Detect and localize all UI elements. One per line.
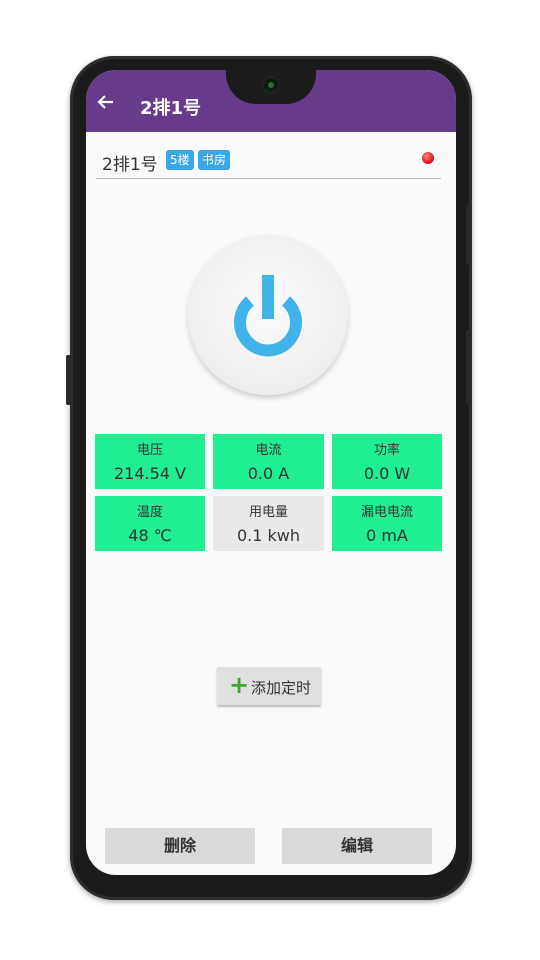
- metric-label: 漏电电流: [360, 505, 413, 520]
- metric-label: 电压: [136, 443, 163, 458]
- left-side-button: [66, 355, 71, 405]
- metric-value: 0 mA: [366, 526, 408, 545]
- tag-floor: 5楼: [166, 150, 194, 170]
- metric-power: 功率 0.0 W: [332, 434, 442, 489]
- plus-icon: +: [229, 671, 250, 699]
- power-button[interactable]: [188, 235, 348, 395]
- metric-label: 温度: [136, 505, 163, 520]
- volume-button: [466, 205, 471, 265]
- metric-energy: 用电量 0.1 kwh: [213, 496, 324, 551]
- power-side-button: [466, 330, 471, 405]
- status-led-icon: [422, 152, 434, 164]
- metric-value: 0.1 kwh: [236, 526, 301, 545]
- camera-icon: [264, 78, 278, 92]
- delete-button[interactable]: 删除: [105, 828, 255, 864]
- metric-temperature: 温度 48 ℃: [95, 496, 205, 551]
- metric-label: 用电量: [248, 505, 288, 520]
- edit-button[interactable]: 编辑: [282, 828, 432, 864]
- add-timer-label: 添加定时: [251, 679, 312, 697]
- screen: 2排1号 2排1号 5楼 书房 电压 214.54 V 电流 0.0 A 功率 …: [86, 70, 456, 875]
- metrics-grid: 电压 214.54 V 电流 0.0 A 功率 0.0 W 温度 48 ℃ 用电…: [95, 434, 443, 551]
- metric-value: 214.54 V: [113, 464, 186, 483]
- page-title: 2排1号: [140, 98, 202, 119]
- metric-voltage: 电压 214.54 V: [95, 434, 205, 489]
- metric-label: 电流: [255, 443, 282, 458]
- device-name: 2排1号: [102, 155, 158, 175]
- metric-value: 48 ℃: [128, 526, 172, 545]
- device-header: 2排1号 5楼 书房: [96, 144, 441, 179]
- metric-leakage-current: 漏电电流 0 mA: [332, 496, 442, 551]
- tag-room: 书房: [198, 150, 231, 170]
- arrow-left-icon[interactable]: [94, 92, 118, 116]
- power-icon: [234, 275, 302, 357]
- metric-value: 0.0 W: [363, 464, 411, 483]
- metric-label: 功率: [373, 443, 400, 458]
- add-timer-button[interactable]: + 添加定时: [217, 667, 321, 705]
- metric-value: 0.0 A: [247, 464, 290, 483]
- metric-current: 电流 0.0 A: [213, 434, 324, 489]
